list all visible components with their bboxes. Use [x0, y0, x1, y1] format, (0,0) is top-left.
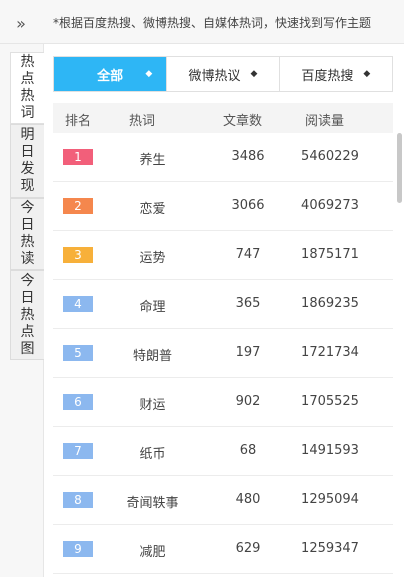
rank-badge: 2 [63, 198, 93, 214]
article-count: 902 [235, 394, 261, 409]
table-row[interactable]: 7 纸币 68 1491593 [53, 427, 393, 476]
sort-caret-icon: ◆ [363, 69, 371, 79]
read-count: 1295094 [301, 492, 359, 507]
rank-badge: 6 [63, 394, 93, 410]
tab-char: 现 [20, 178, 35, 194]
hot-word: 财运 [139, 398, 166, 413]
table-row[interactable]: 1 养生 3486 5460229 [53, 133, 393, 182]
tab-char: 点 [20, 71, 35, 87]
read-count: 4069273 [301, 198, 359, 213]
hot-words-table: 1 养生 3486 5460229 2 恋爱 3066 4069273 3 运势… [53, 133, 393, 574]
tab-char: 今 [20, 272, 35, 289]
read-count: 1705525 [301, 394, 359, 409]
tab-char: 图 [20, 340, 35, 357]
filter-label: 百度热搜 [301, 68, 354, 84]
rank-badge: 8 [63, 492, 93, 508]
read-count: 1491593 [301, 443, 359, 458]
tab-today-hot-images[interactable]: 今 日 热 点 图 [10, 270, 44, 360]
tab-today-reads[interactable]: 今 日 热 读 [10, 198, 44, 270]
read-count: 1259347 [301, 541, 359, 556]
header-reads: 阅读量 [305, 114, 345, 129]
table-row[interactable]: 2 恋爱 3066 4069273 [53, 182, 393, 231]
table-row[interactable]: 9 减肥 629 1259347 [53, 525, 393, 574]
read-count: 1875171 [301, 247, 359, 262]
hot-word: 养生 [139, 153, 166, 168]
vertical-tabs: 热 点 热 词 明 日 发 现 今 日 热 读 今 日 热 点 图 [0, 44, 44, 577]
rank-badge: 7 [63, 443, 93, 459]
article-count: 197 [235, 345, 261, 360]
tab-char: 日 [20, 289, 35, 306]
header-articles: 文章数 [223, 114, 263, 129]
article-count: 3486 [231, 149, 265, 164]
tab-hot-words[interactable]: 热 点 热 词 [10, 52, 44, 124]
tab-char: 发 [20, 161, 35, 177]
table-row[interactable]: 8 奇闻轶事 480 1295094 [53, 476, 393, 525]
sort-caret-icon: ◆ [145, 69, 153, 79]
article-count: 68 [239, 443, 257, 458]
tab-tomorrow-discover[interactable]: 明 日 发 现 [10, 124, 44, 198]
header-bar: » *根据百度热搜、微博热搜、自媒体热词，快速找到写作主题 [0, 0, 404, 44]
table-row[interactable]: 5 特朗普 197 1721734 [53, 329, 393, 378]
filter-weibo-dropdown[interactable]: 微博热议 ◆ [166, 57, 279, 91]
hint-text: *根据百度热搜、微博热搜、自媒体热词，快速找到写作主题 [53, 16, 372, 30]
tab-char: 热 [20, 88, 35, 104]
table-row[interactable]: 3 运势 747 1875171 [53, 231, 393, 280]
hot-word: 命理 [139, 300, 166, 315]
tab-char: 明 [20, 127, 35, 143]
rank-badge: 9 [63, 541, 93, 557]
header-word: 热词 [129, 114, 156, 129]
hot-word: 奇闻轶事 [126, 496, 179, 511]
table-row[interactable]: 6 财运 902 1705525 [53, 378, 393, 427]
table-header: 排名 热词 文章数 阅读量 [53, 103, 393, 133]
table-row[interactable]: 4 命理 365 1869235 [53, 280, 393, 329]
tab-char: 词 [20, 105, 35, 121]
tab-char: 读 [20, 251, 35, 267]
filter-baidu-dropdown[interactable]: 百度热搜 ◆ [278, 57, 392, 91]
tab-char: 日 [20, 144, 35, 160]
scrollbar-thumb[interactable] [397, 133, 402, 203]
hot-word: 恋爱 [139, 202, 166, 217]
article-count: 480 [235, 492, 261, 507]
read-count: 5460229 [301, 149, 359, 164]
rank-badge: 5 [63, 345, 93, 361]
article-count: 365 [235, 296, 261, 311]
read-count: 1869235 [301, 296, 359, 311]
double-chevron-right-icon[interactable]: » [10, 12, 32, 34]
article-count: 747 [235, 247, 261, 262]
filter-bar: 全部 ◆ 微博热议 ◆ 百度热搜 ◆ [53, 56, 393, 92]
hot-word: 纸币 [139, 447, 166, 462]
filter-label: 微博热议 [188, 68, 241, 84]
tab-char: 今 [20, 200, 35, 216]
hot-word: 特朗普 [132, 349, 172, 364]
sort-caret-icon: ◆ [250, 69, 258, 79]
read-count: 1721734 [301, 345, 359, 360]
rank-badge: 4 [63, 296, 93, 312]
hot-word: 减肥 [139, 545, 166, 560]
article-count: 629 [235, 541, 261, 556]
tab-char: 热 [20, 54, 35, 70]
rank-badge: 3 [63, 247, 93, 263]
rank-badge: 1 [63, 149, 93, 165]
article-count: 3066 [231, 198, 265, 213]
hot-words-panel: » *根据百度热搜、微博热搜、自媒体热词，快速找到写作主题 热 点 热 词 明 … [0, 0, 404, 577]
hot-word: 运势 [139, 251, 166, 266]
header-rank: 排名 [65, 114, 92, 129]
tab-char: 点 [20, 323, 35, 340]
tab-char: 热 [20, 306, 35, 323]
filter-label: 全部 [97, 68, 124, 84]
tab-char: 热 [20, 234, 35, 250]
filter-all-dropdown[interactable]: 全部 ◆ [54, 57, 167, 91]
tab-char: 日 [20, 217, 35, 233]
